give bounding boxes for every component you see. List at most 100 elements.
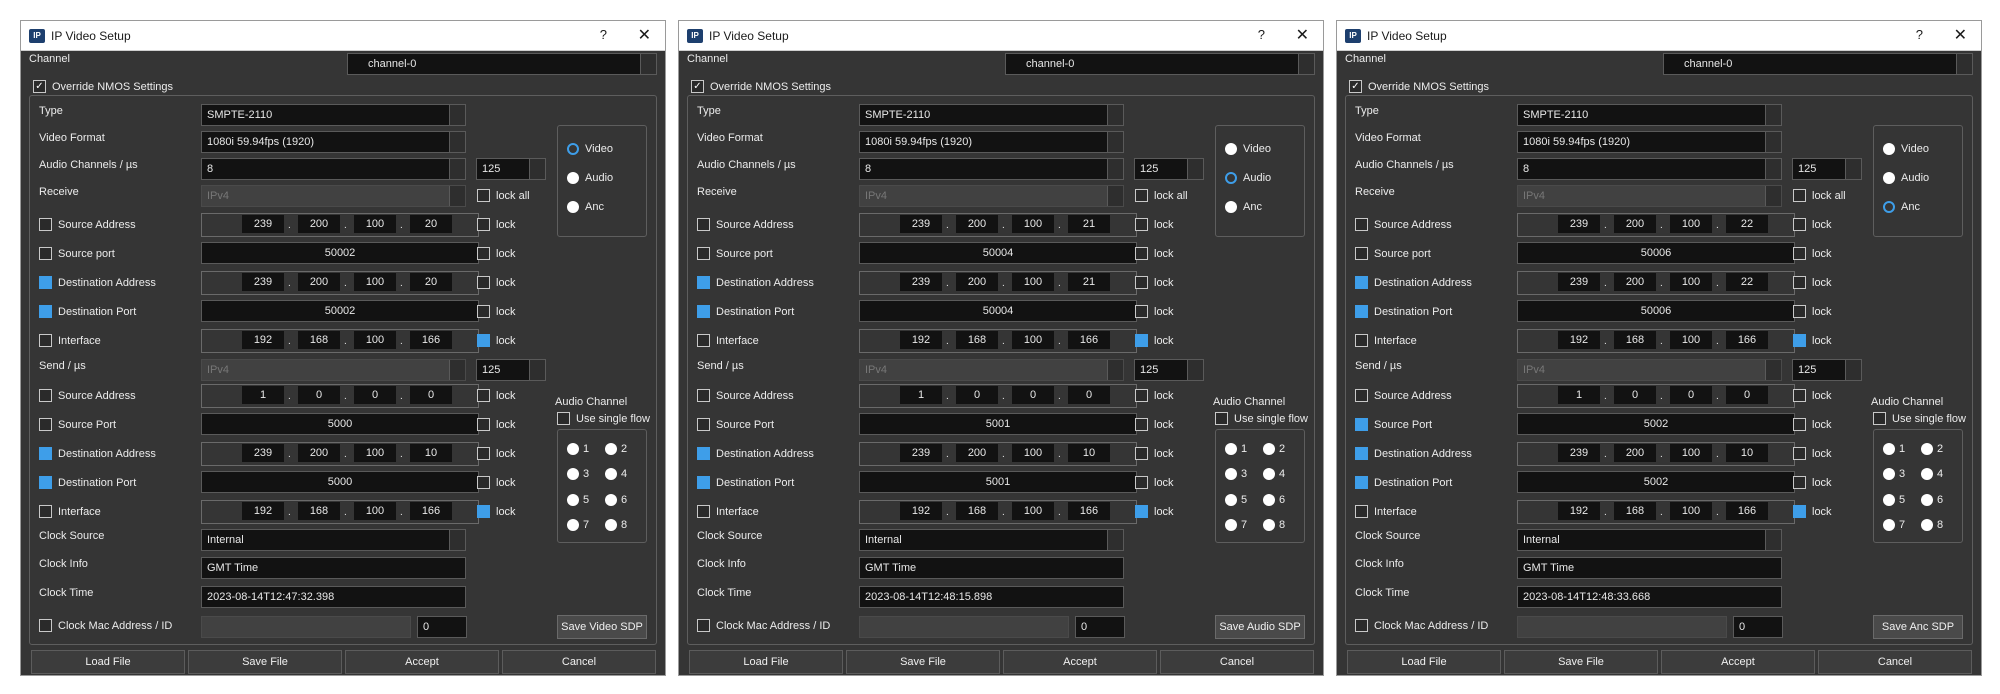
rx-destination-address-lock-checkbox[interactable] [1793, 276, 1806, 289]
rx-source-address-checkbox[interactable] [697, 218, 710, 231]
audio-flow-radio[interactable] [1263, 443, 1275, 455]
rx-source-port-checkbox[interactable] [1355, 247, 1368, 260]
tx-destination-address-ip-octet[interactable]: 239 [900, 444, 942, 462]
close-icon[interactable]: ✕ [1296, 25, 1309, 45]
type-select[interactable]: SMPTE-2110 [859, 104, 1124, 126]
rx-destination-port-lock-checkbox[interactable] [1793, 305, 1806, 318]
tx-interface-ip-octet[interactable]: 100 [1670, 502, 1712, 520]
audio-us-select[interactable]: 125 [1792, 158, 1862, 180]
close-icon[interactable]: ✕ [1954, 25, 1967, 45]
save-sdp-button[interactable]: Save Video SDP [557, 615, 647, 639]
audio-flow-radio[interactable] [1883, 519, 1895, 531]
rx-interface-checkbox[interactable] [697, 334, 710, 347]
rx-destination-address-lock-checkbox[interactable] [477, 276, 490, 289]
use-single-flow-checkbox[interactable] [1215, 412, 1228, 425]
accept-button[interactable]: Accept [345, 650, 499, 674]
help-icon[interactable]: ? [1916, 27, 1923, 42]
rx-interface-ip-octet[interactable]: 168 [1614, 331, 1656, 349]
rx-destination-address-ip-octet[interactable]: 239 [1558, 273, 1600, 291]
tx-interface-checkbox[interactable] [39, 505, 52, 518]
audio-flow-radio[interactable] [1921, 494, 1933, 506]
rx-destination-port-lock-checkbox[interactable] [1135, 305, 1148, 318]
tx-source-address-ip-octet[interactable]: 0 [354, 386, 396, 404]
save-sdp-button[interactable]: Save Audio SDP [1215, 615, 1305, 639]
clock-source-select[interactable]: Internal [859, 529, 1124, 551]
tx-source-address-lock-checkbox[interactable] [477, 389, 490, 402]
rx-interface-ip-octet[interactable]: 100 [1012, 331, 1054, 349]
tx-source-address-ip-octet[interactable]: 0 [298, 386, 340, 404]
tx-interface-ip-octet[interactable]: 192 [1558, 502, 1600, 520]
cancel-button[interactable]: Cancel [1818, 650, 1972, 674]
rx-interface-ip-octet[interactable]: 166 [1726, 331, 1768, 349]
rx-destination-address-ip-octet[interactable]: 100 [1670, 273, 1712, 291]
rx-source-port-lock-checkbox[interactable] [1793, 247, 1806, 260]
cancel-button[interactable]: Cancel [1160, 650, 1314, 674]
tx-destination-port-checkbox[interactable] [697, 476, 710, 489]
tx-destination-address-ip-octet[interactable]: 200 [956, 444, 998, 462]
tx-interface-checkbox[interactable] [697, 505, 710, 518]
load-file-button[interactable]: Load File [689, 650, 843, 674]
rx-destination-port-lock-checkbox[interactable] [477, 305, 490, 318]
channel-select[interactable]: channel-0 [1005, 53, 1315, 75]
audio-flow-radio[interactable] [1263, 519, 1275, 531]
rx-interface-ip-octet[interactable]: 192 [1558, 331, 1600, 349]
audio-flow-radio[interactable] [605, 468, 617, 480]
tx-source-address-lock-checkbox[interactable] [1793, 389, 1806, 402]
tx-destination-address-ip-octet[interactable]: 10 [1068, 444, 1110, 462]
audio-flow-radio[interactable] [1263, 494, 1275, 506]
tx-destination-port-checkbox[interactable] [39, 476, 52, 489]
override-nmos-checkbox[interactable]: ✓ [33, 80, 46, 93]
tx-destination-address-lock-checkbox[interactable] [1793, 447, 1806, 460]
rx-source-port-checkbox[interactable] [697, 247, 710, 260]
tx-source-address-ip-octet[interactable]: 1 [900, 386, 942, 404]
clock-id-field[interactable]: 0 [1733, 616, 1783, 638]
tx-destination-port-field[interactable]: 5001 [859, 471, 1137, 493]
audio-radio[interactable] [1225, 172, 1237, 184]
rx-interface-ip-octet[interactable]: 168 [298, 331, 340, 349]
rx-source-port-field[interactable]: 50006 [1517, 242, 1795, 264]
rx-interface-ip-octet[interactable]: 192 [242, 331, 284, 349]
rx-destination-address-ip-octet[interactable]: 100 [354, 273, 396, 291]
rx-source-port-checkbox[interactable] [39, 247, 52, 260]
tx-source-address-ip-octet[interactable]: 0 [1614, 386, 1656, 404]
rx-source-port-field[interactable]: 50002 [201, 242, 479, 264]
tx-source-port-lock-checkbox[interactable] [1793, 418, 1806, 431]
audio-flow-radio[interactable] [567, 443, 579, 455]
tx-interface-ip-octet[interactable]: 168 [1614, 502, 1656, 520]
rx-source-port-lock-checkbox[interactable] [1135, 247, 1148, 260]
clock-id-field[interactable]: 0 [1075, 616, 1125, 638]
rx-source-port-field[interactable]: 50004 [859, 242, 1137, 264]
audio-flow-radio[interactable] [1883, 443, 1895, 455]
video-format-select[interactable]: 1080i 59.94fps (1920) [201, 131, 466, 153]
tx-source-address-ip-octet[interactable]: 0 [956, 386, 998, 404]
audio-us-select[interactable]: 125 [1134, 158, 1204, 180]
rx-source-address-ip-octet[interactable]: 20 [410, 215, 452, 233]
rx-destination-address-ip-octet[interactable]: 20 [410, 273, 452, 291]
tx-interface-lock-checkbox[interactable] [1793, 505, 1806, 518]
rx-interface-checkbox[interactable] [1355, 334, 1368, 347]
clock-mac-checkbox[interactable] [1355, 619, 1368, 632]
tx-destination-port-field[interactable]: 5000 [201, 471, 479, 493]
rx-source-port-lock-checkbox[interactable] [477, 247, 490, 260]
rx-destination-port-field[interactable]: 50002 [201, 300, 479, 322]
audio-flow-radio[interactable] [605, 494, 617, 506]
rx-source-address-ip-octet[interactable]: 21 [1068, 215, 1110, 233]
rx-source-address-ip-octet[interactable]: 100 [354, 215, 396, 233]
tx-destination-address-ip-octet[interactable]: 239 [242, 444, 284, 462]
tx-source-port-checkbox[interactable] [697, 418, 710, 431]
rx-source-address-ip-octet[interactable]: 239 [900, 215, 942, 233]
audio-radio[interactable] [1883, 172, 1895, 184]
audio-flow-radio[interactable] [605, 443, 617, 455]
clock-time-field[interactable]: 2023-08-14T12:48:33.668 [1517, 586, 1782, 608]
rx-interface-ip-octet[interactable]: 166 [1068, 331, 1110, 349]
tx-destination-address-ip-octet[interactable]: 100 [354, 444, 396, 462]
video-format-select[interactable]: 1080i 59.94fps (1920) [859, 131, 1124, 153]
rx-destination-address-ip-octet[interactable]: 200 [298, 273, 340, 291]
tx-source-address-ip-octet[interactable]: 0 [1068, 386, 1110, 404]
video-radio[interactable] [1225, 143, 1237, 155]
tx-interface-ip-octet[interactable]: 192 [900, 502, 942, 520]
rx-interface-ip-octet[interactable]: 166 [410, 331, 452, 349]
video-format-select[interactable]: 1080i 59.94fps (1920) [1517, 131, 1782, 153]
rx-interface-ip-octet[interactable]: 168 [956, 331, 998, 349]
rx-source-address-ip-octet[interactable]: 200 [298, 215, 340, 233]
